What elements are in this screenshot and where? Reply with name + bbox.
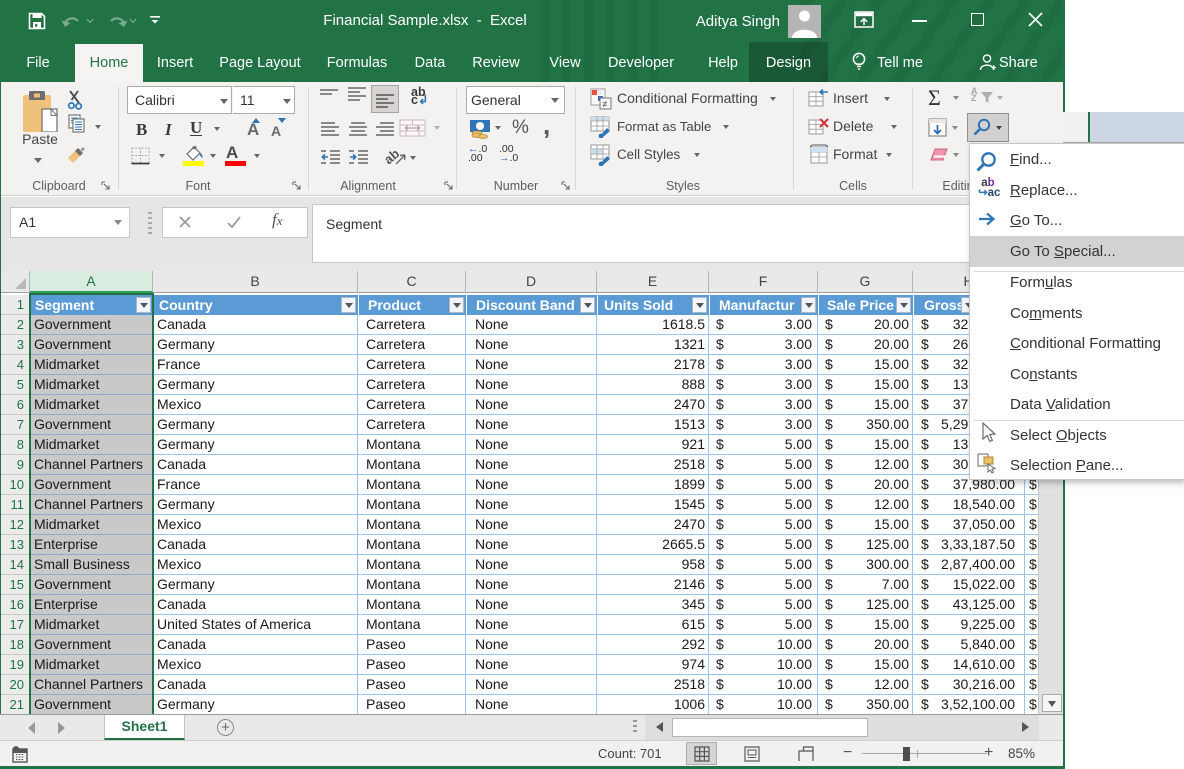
svg-text:≠: ≠ bbox=[603, 99, 608, 109]
